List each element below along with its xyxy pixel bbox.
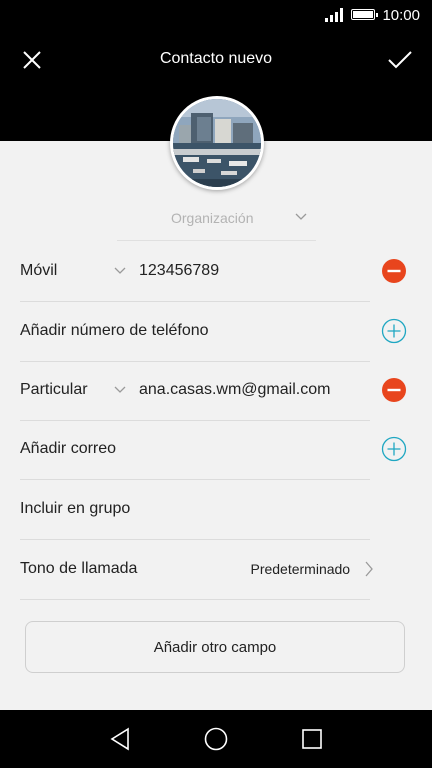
add-field-button[interactable]: Añadir otro campo [25,621,405,673]
add-email-label: Añadir correo [20,440,117,457]
add-email-row[interactable]: Añadir correo [20,419,370,480]
signal-icon [325,8,343,22]
phone-row: Móvil 123456789 [20,241,370,302]
ringtone-row[interactable]: Tono de llamada Predeterminado [20,539,373,600]
phone-number-input[interactable]: 123456789 [139,262,219,280]
ringtone-value-text: Predeterminado [250,561,351,577]
recent-icon[interactable] [301,727,323,751]
phone-type-label[interactable]: Móvil [20,262,57,280]
ringtone-label: Tono de llamada [20,560,138,577]
check-icon[interactable] [386,48,414,72]
email-input[interactable]: ana.casas.wm@gmail.com [139,381,330,399]
battery-icon [351,9,378,20]
remove-icon[interactable] [381,377,407,403]
add-icon[interactable] [381,318,407,344]
add-phone-row[interactable]: Añadir número de teléfono [20,301,370,362]
group-row[interactable]: Incluir en grupo [20,479,370,540]
status-bar: 10:00 [0,0,432,32]
chevron-down-icon [295,213,307,220]
email-type-label[interactable]: Particular [20,381,88,399]
email-row: Particular ana.casas.wm@gmail.com [20,360,370,421]
contact-photo[interactable] [170,96,264,190]
organization-placeholder: Organización [171,210,254,226]
page-title: Contacto nuevo [159,50,273,67]
chevron-down-icon[interactable] [114,386,126,394]
group-label: Incluir en grupo [20,500,131,517]
back-icon[interactable] [109,727,131,751]
ringtone-value: Predeterminado [250,561,374,577]
chevron-down-icon[interactable] [114,267,126,275]
organization-field[interactable]: Organización [117,196,316,241]
remove-icon[interactable] [381,258,407,284]
add-icon[interactable] [381,436,407,462]
photo-image [173,99,261,187]
add-phone-label: Añadir número de teléfono [20,322,209,339]
home-icon[interactable] [204,727,228,751]
chevron-right-icon [365,561,373,577]
status-time: 10:00 [382,7,420,24]
navigation-bar [0,710,432,768]
